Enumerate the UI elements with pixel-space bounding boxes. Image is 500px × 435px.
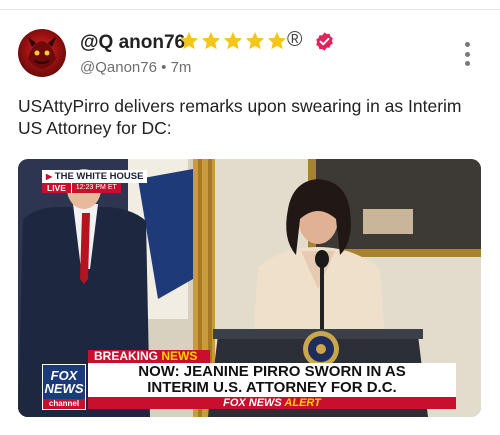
headline-line-1: NOW: JEANINE PIRRO SWORN IN AS [138, 363, 406, 380]
star-icon [179, 31, 199, 50]
chyron-headline: NOW: JEANINE PIRRO SWORN IN AS INTERIM U… [88, 363, 456, 397]
breaking-news-label: BREAKING NEWS [88, 350, 210, 363]
logo-line-3: channel [43, 399, 85, 409]
post-timestamp[interactable]: 7m [171, 59, 192, 76]
registered-mark: ® [287, 28, 303, 51]
headline-line-2: INTERIM U.S. ATTORNEY FOR D.C. [147, 379, 397, 396]
logo-line-2: NEWS [44, 381, 84, 396]
post-card[interactable]: @Q anon76 ® @Qanon76 • 7m USAttyPirro de… [0, 10, 500, 435]
meta-separator: • [161, 59, 167, 76]
post-text: USAttyPirro delivers remarks upon sweari… [18, 96, 462, 138]
logo-line-1: FOX [50, 368, 78, 383]
more-options-icon[interactable] [458, 42, 476, 66]
live-indicator: LIVE 12:23 PM ET [42, 183, 121, 193]
star-icon [201, 31, 221, 50]
live-label: LIVE [42, 183, 71, 193]
breaking-word: BREAKING [94, 349, 159, 363]
news-alert-bar: FOX NEWS ALERT [88, 397, 456, 409]
star-rating [178, 30, 288, 52]
play-triangle-icon: ▶ [46, 172, 53, 181]
alert-brand: FOX NEWS [223, 397, 282, 409]
star-icon [223, 31, 243, 50]
star-icon [267, 31, 287, 50]
author-name[interactable]: @Q anon76 [80, 32, 185, 54]
alert-word: ALERT [284, 397, 321, 409]
star-icon [245, 31, 265, 50]
fox-news-logo: FOX NEWS channel [42, 364, 86, 410]
post-meta: @Qanon76 • 7m [80, 59, 191, 76]
live-time: 12:23 PM ET [70, 183, 121, 193]
verified-badge-icon [316, 32, 333, 51]
broadcast-source-badge: ▶ THE WHITE HOUSE [42, 170, 148, 183]
broadcast-source-label: THE WHITE HOUSE [54, 171, 144, 182]
news-word: NEWS [161, 349, 198, 363]
author-handle[interactable]: @Qanon76 [80, 59, 157, 76]
post-video-thumbnail[interactable]: ▶ THE WHITE HOUSE LIVE 12:23 PM ET FOX N… [18, 159, 481, 417]
avatar[interactable] [18, 29, 66, 77]
